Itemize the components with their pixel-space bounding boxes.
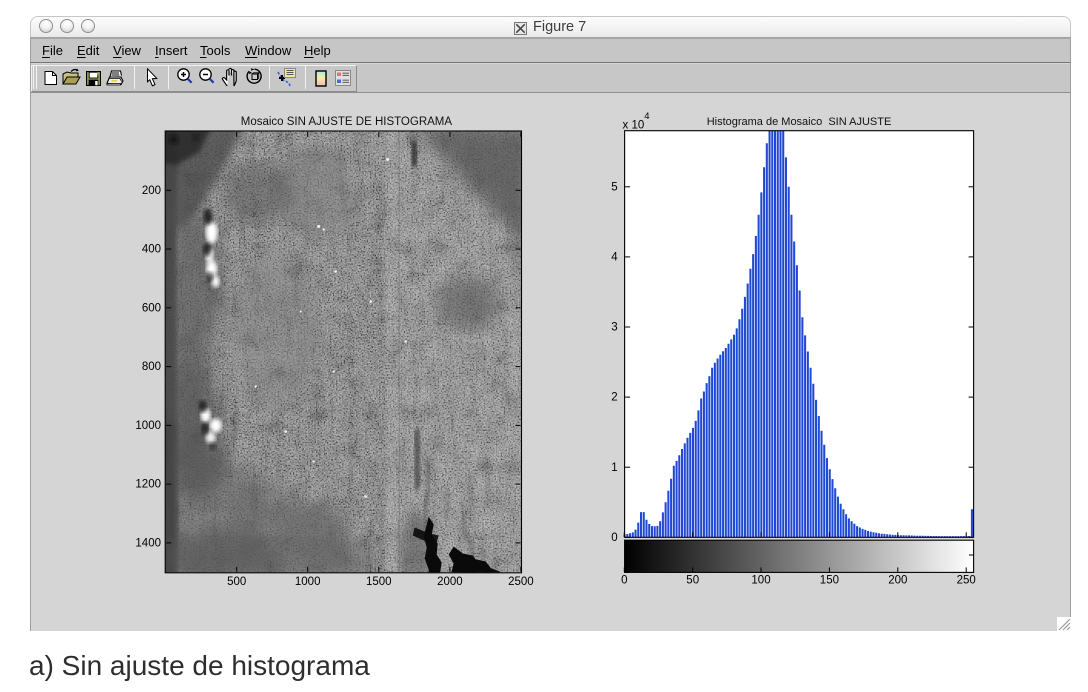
svg-text:1400: 1400 bbox=[135, 538, 161, 550]
svg-text:200: 200 bbox=[142, 185, 161, 197]
svg-text:2000: 2000 bbox=[437, 576, 463, 588]
svg-text:5: 5 bbox=[611, 181, 617, 193]
svg-text:1200: 1200 bbox=[135, 479, 161, 491]
svg-text:2500: 2500 bbox=[508, 576, 534, 588]
svg-text:x 104: x 104 bbox=[623, 111, 650, 132]
svg-text:1000: 1000 bbox=[295, 576, 321, 588]
svg-text:Histograma de Mosaico SIN AJU: Histograma de Mosaico SIN AJUSTE bbox=[707, 116, 892, 128]
svg-text:0: 0 bbox=[611, 532, 617, 544]
svg-text:250: 250 bbox=[957, 575, 976, 587]
svg-text:800: 800 bbox=[142, 361, 161, 373]
svg-text:200: 200 bbox=[888, 575, 907, 587]
svg-text:3: 3 bbox=[611, 322, 617, 334]
svg-text:400: 400 bbox=[142, 244, 161, 256]
svg-text:4: 4 bbox=[611, 252, 618, 264]
svg-text:1500: 1500 bbox=[366, 576, 392, 588]
svg-text:100: 100 bbox=[751, 575, 770, 587]
svg-text:2: 2 bbox=[611, 392, 617, 404]
svg-text:1000: 1000 bbox=[135, 420, 161, 432]
svg-text:600: 600 bbox=[142, 302, 161, 314]
svg-text:Mosaico SIN AJUSTE DE HISTOGRA: Mosaico SIN AJUSTE DE HISTOGRAMA bbox=[241, 116, 453, 128]
svg-text:500: 500 bbox=[227, 576, 246, 588]
svg-text:0: 0 bbox=[621, 575, 627, 587]
svg-text:50: 50 bbox=[686, 575, 699, 587]
svg-text:150: 150 bbox=[820, 575, 839, 587]
svg-text:1: 1 bbox=[611, 462, 617, 474]
